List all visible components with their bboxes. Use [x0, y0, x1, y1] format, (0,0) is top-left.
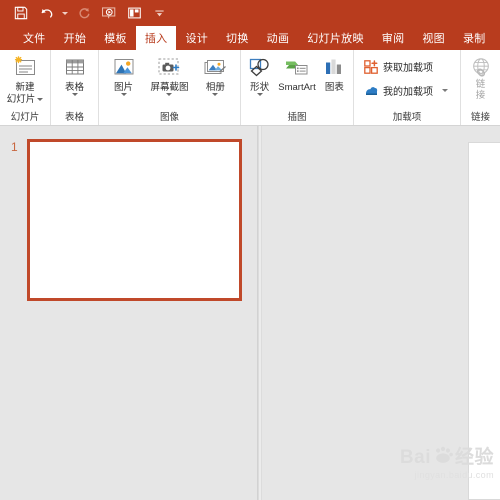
shapes-icon: [247, 55, 273, 81]
slide-canvas[interactable]: [468, 142, 500, 500]
photo-album-button[interactable]: 相册: [195, 53, 236, 96]
get-addins-button[interactable]: 获取加载项: [364, 58, 448, 75]
start-slideshow-button[interactable]: [98, 2, 120, 24]
tab-insert[interactable]: 插入: [135, 26, 177, 50]
work-area: 1 Bai 经验 jingyan.baidu.com: [0, 126, 500, 500]
ribbon-group-label-images: 图像: [159, 112, 179, 123]
undo-button[interactable]: [35, 2, 57, 24]
table-label: 表格: [64, 82, 84, 93]
undo-dropdown-arrow[interactable]: [60, 2, 69, 24]
quick-access-toolbar: [0, 0, 500, 26]
ribbon-group-illustrations: 形状 SmartArt 图表 插图: [240, 50, 353, 125]
ribbon-tab-bar: 文件 开始 模板 插入 设计 切换 动画 幻灯片放映 审阅 视图 录制: [0, 26, 500, 50]
layout-icon: [127, 7, 141, 19]
photo-album-label: 相册: [205, 82, 225, 93]
smartart-icon: [283, 55, 311, 81]
pane-splitter[interactable]: [258, 126, 262, 500]
screenshot-icon: [155, 55, 183, 81]
ribbon-group-links: 链 接 链接: [460, 50, 500, 125]
tab-design[interactable]: 设计: [176, 26, 217, 50]
link-button[interactable]: 链 接: [466, 53, 496, 101]
screenshot-button[interactable]: 屏幕截图: [146, 53, 193, 96]
new-slide-dropdown-arrow[interactable]: [37, 98, 44, 101]
powerpoint-window: 文件 开始 模板 插入 设计 切换 动画 幻灯片放映 审阅 视图 录制 新建 幻…: [0, 0, 500, 500]
ribbon-group-label-illustrations: 插图: [287, 112, 307, 123]
my-addins-button[interactable]: 我的加载项: [364, 82, 448, 99]
tab-record[interactable]: 录制: [454, 26, 495, 50]
new-slide-label-line1: 新建: [15, 82, 35, 93]
link-label-line1: 链: [475, 79, 486, 90]
shapes-label: 形状: [250, 82, 270, 93]
tab-home[interactable]: 开始: [55, 26, 96, 50]
photo-album-dropdown-arrow[interactable]: [212, 93, 219, 96]
new-slide-button[interactable]: 新建 幻灯片: [4, 53, 46, 105]
tab-transitions[interactable]: 切换: [217, 26, 258, 50]
my-addins-icon: [366, 86, 378, 95]
ribbon-group-label-addins: 加载项: [392, 112, 422, 123]
table-button[interactable]: 表格: [55, 53, 94, 96]
shapes-button[interactable]: 形状: [245, 53, 274, 96]
smartart-button[interactable]: SmartArt: [275, 53, 319, 93]
my-addins-label: 我的加载项: [383, 87, 433, 98]
ribbon-group-table: 表格 表格: [50, 50, 98, 125]
undo-icon: [41, 9, 52, 18]
globe-link-icon: [472, 58, 489, 77]
chevron-down-icon: [154, 9, 164, 16]
link-label-line2: 接: [475, 90, 486, 101]
get-addins-label: 获取加载项: [383, 63, 433, 74]
ribbon-group-images: 图片 屏幕截图 相册 图像: [98, 50, 240, 125]
photo-album-icon: [201, 55, 229, 81]
chart-label: 图表: [324, 82, 344, 93]
layout-button[interactable]: [123, 2, 145, 24]
slide-thumbnail-1[interactable]: [27, 139, 242, 301]
tab-view[interactable]: 视图: [413, 26, 454, 50]
ribbon-insert-panel: 新建 幻灯片 幻灯片 表格 表格 图片 屏幕截图 相册 图像 形状 SmartA…: [0, 50, 500, 126]
save-icon: [14, 6, 28, 20]
tab-file[interactable]: 文件: [14, 26, 55, 50]
redo-button[interactable]: [73, 2, 95, 24]
smartart-label: SmartArt: [278, 82, 316, 93]
tab-slideshow[interactable]: 幻灯片放映: [298, 26, 373, 50]
tab-review[interactable]: 审阅: [373, 26, 414, 50]
table-dropdown-arrow[interactable]: [71, 93, 78, 96]
new-slide-label-line2: 幻灯片: [6, 94, 36, 105]
ribbon-group-slides: 新建 幻灯片 幻灯片: [0, 50, 50, 125]
picture-label: 图片: [114, 82, 134, 93]
redo-icon: [79, 7, 90, 19]
ribbon-group-label-slides: 幻灯片: [10, 112, 40, 123]
table-icon: [62, 55, 88, 81]
screenshot-label: 屏幕截图: [150, 82, 189, 93]
slideshow-icon: [102, 7, 116, 19]
new-slide-icon: [12, 55, 38, 81]
picture-icon: [110, 55, 138, 81]
slide-editor-pane: [263, 126, 500, 500]
tab-template[interactable]: 模板: [95, 26, 136, 50]
slide-thumbnail-pane[interactable]: 1: [0, 126, 258, 500]
save-button[interactable]: [10, 2, 32, 24]
tab-animations[interactable]: 动画: [258, 26, 299, 50]
screenshot-dropdown-arrow[interactable]: [166, 93, 173, 96]
picture-dropdown-arrow[interactable]: [120, 93, 127, 96]
chart-button[interactable]: 图表: [320, 53, 349, 93]
ribbon-group-label-links: 链接: [470, 112, 490, 123]
shapes-dropdown-arrow[interactable]: [256, 93, 263, 96]
ribbon-group-addins: 获取加载项 我的加载项 加载项: [353, 50, 460, 125]
chart-icon: [322, 55, 346, 81]
ribbon-group-label-table: 表格: [64, 112, 84, 123]
slide-number: 1: [11, 140, 18, 154]
customize-qat-button[interactable]: [148, 2, 170, 24]
picture-button[interactable]: 图片: [103, 53, 144, 96]
my-addins-dropdown-arrow[interactable]: [442, 89, 448, 92]
store-icon: [364, 59, 378, 74]
